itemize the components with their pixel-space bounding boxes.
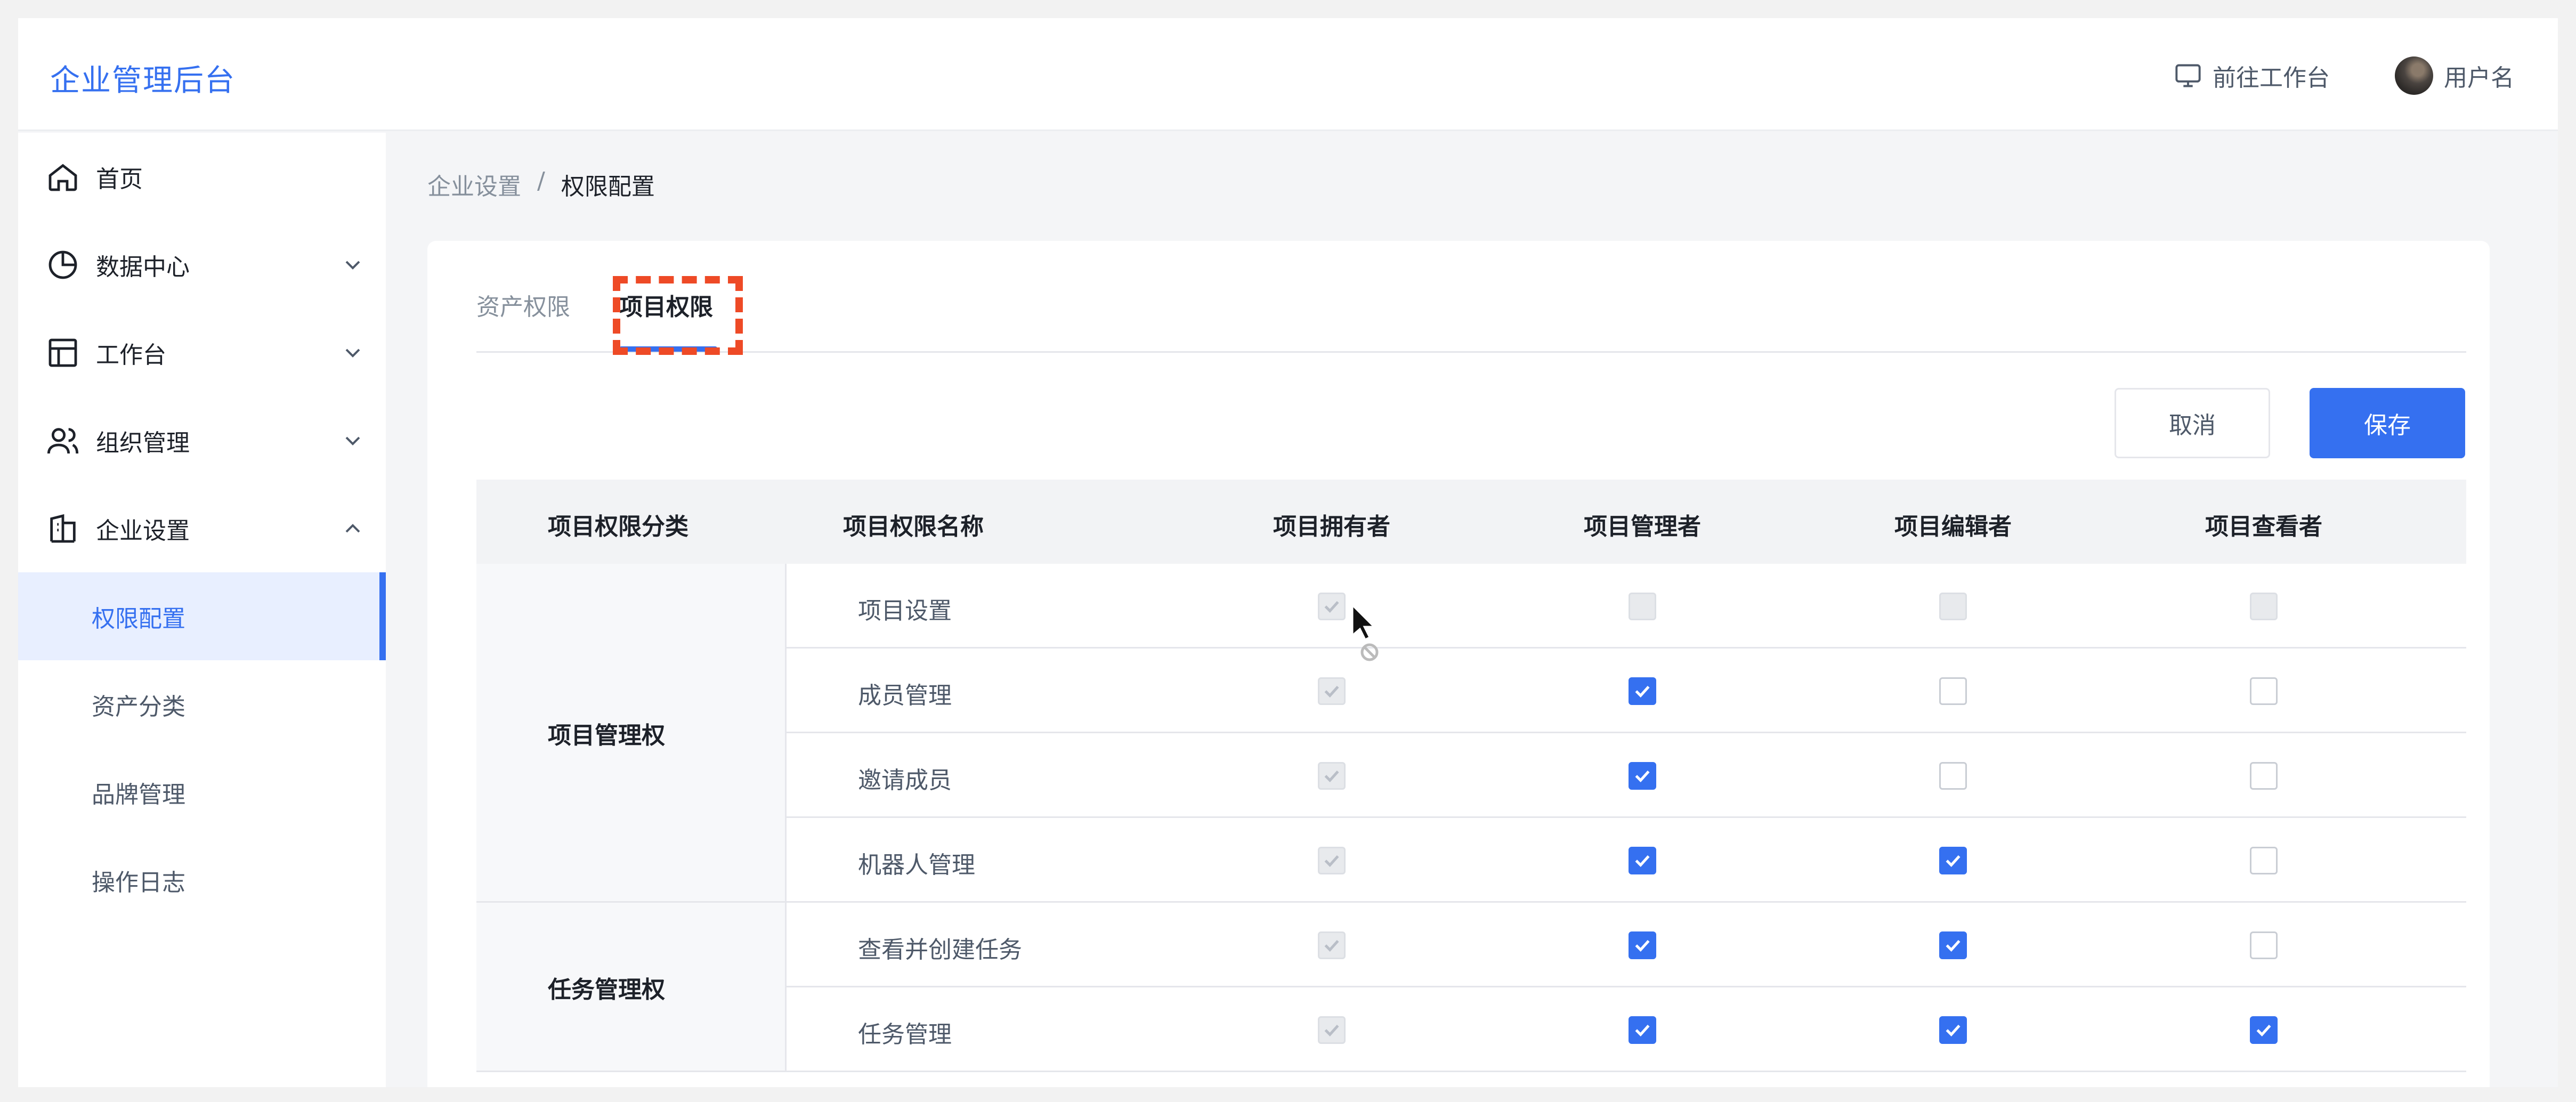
top-header: 企业管理后台 前往工作台 用户名 [18, 18, 2558, 131]
viewer-checkbox [2250, 593, 2278, 620]
table-row: 机器人管理 [787, 818, 2466, 903]
breadcrumb-separator: / [537, 167, 545, 195]
table-row: 邀请成员 [787, 733, 2466, 818]
sidebar-item-data-center[interactable]: 数据中心 [18, 221, 386, 309]
admin-checkbox[interactable] [1629, 847, 1656, 874]
layout-icon [48, 338, 77, 367]
permission-name: 邀请成员 [858, 767, 952, 794]
permission-name: 成员管理 [858, 682, 952, 709]
sidebar-item-label: 数据中心 [96, 253, 190, 281]
breadcrumb-parent[interactable]: 企业设置 [427, 167, 521, 201]
sidebar-item-label: 企业设置 [96, 517, 190, 545]
sidebar-item-org[interactable]: 组织管理 [18, 396, 386, 484]
workbench-link[interactable]: 前往工作台 [2174, 59, 2330, 93]
viewer-checkbox[interactable] [2250, 1016, 2278, 1044]
building-icon [50, 514, 76, 542]
sidebar-item-label: 组织管理 [96, 429, 190, 457]
users-icon [47, 427, 79, 453]
sidebar-item-home[interactable]: 首页 [18, 133, 386, 221]
col-header-category: 项目权限分类 [548, 513, 688, 540]
home-icon [48, 164, 77, 191]
viewer-checkbox[interactable] [2250, 677, 2278, 705]
viewer-checkbox[interactable] [2250, 847, 2278, 874]
user-menu[interactable]: 用户名 [2395, 56, 2514, 95]
editor-checkbox[interactable] [1939, 931, 1967, 959]
owner-checkbox [1318, 931, 1346, 959]
table-row: 查看并创建任务 [787, 903, 2466, 987]
sidebar-subitem-label: 品牌管理 [92, 781, 185, 808]
sidebar-item-label: 首页 [96, 165, 143, 193]
breadcrumb: 企业设置 / 权限配置 [427, 167, 655, 201]
col-header-admin: 项目管理者 [1584, 513, 1701, 540]
editor-checkbox[interactable] [1939, 677, 1967, 705]
table-row: 任务管理 [787, 987, 2466, 1072]
col-header-name: 项目权限名称 [843, 513, 984, 540]
group-label: 任务管理权 [548, 976, 665, 1003]
tab-asset-permissions[interactable]: 资产权限 [476, 288, 570, 322]
editor-checkbox[interactable] [1939, 1016, 1967, 1044]
owner-checkbox [1318, 593, 1346, 620]
save-button[interactable]: 保存 [2310, 388, 2465, 458]
owner-checkbox [1318, 762, 1346, 790]
viewer-checkbox[interactable] [2250, 931, 2278, 959]
chevron-down-icon [345, 436, 360, 445]
brand-title: 企业管理后台 [50, 63, 236, 98]
group-cell: 项目管理权 [476, 564, 787, 903]
sidebar-item-enterprise-settings[interactable]: 企业设置 [18, 484, 386, 572]
table-header: 项目权限分类 项目权限名称 项目拥有者 项目管理者 项目编辑者 项目查看者 [476, 480, 2466, 564]
admin-checkbox[interactable] [1629, 762, 1656, 790]
viewer-checkbox[interactable] [2250, 762, 2278, 790]
sidebar-subitem-label: 权限配置 [92, 605, 185, 633]
editor-checkbox [1939, 593, 1967, 620]
mouse-cursor-icon [1351, 603, 1379, 661]
sidebar: 首页 数据中心 工作台 组织管理 企业设置 权限配置 资产分类 品牌管理 操作日… [18, 133, 386, 1087]
col-header-editor: 项目编辑者 [1894, 513, 2012, 540]
pie-chart-icon [48, 250, 77, 279]
sidebar-item-label: 工作台 [96, 341, 166, 369]
editor-checkbox[interactable] [1939, 762, 1967, 790]
col-header-viewer: 项目查看者 [2205, 513, 2322, 540]
table-row: 成员管理 [787, 649, 2466, 733]
owner-checkbox [1318, 677, 1346, 705]
admin-checkbox [1629, 593, 1656, 620]
sidebar-subitem-brand[interactable]: 品牌管理 [18, 748, 386, 836]
avatar [2395, 56, 2433, 95]
permission-name: 机器人管理 [858, 852, 975, 879]
group-divider [476, 1071, 2466, 1072]
owner-checkbox [1318, 1016, 1346, 1044]
group-label: 项目管理权 [548, 722, 665, 749]
content-card: 资产权限 项目权限 取消 保存 项目权限分类 项目权限名称 项目拥有者 项目管理… [427, 241, 2490, 1087]
permission-name: 项目设置 [858, 597, 952, 625]
sidebar-item-workbench[interactable]: 工作台 [18, 309, 386, 396]
breadcrumb-current: 权限配置 [561, 173, 655, 200]
sidebar-subitem-logs[interactable]: 操作日志 [18, 836, 386, 924]
sidebar-subitem-permissions[interactable]: 权限配置 [18, 572, 386, 660]
admin-checkbox[interactable] [1629, 931, 1656, 959]
tab-bar: 资产权限 项目权限 [476, 241, 2466, 355]
table-row: 项目设置 [787, 564, 2466, 649]
highlight-annotation [613, 276, 743, 355]
editor-checkbox[interactable] [1939, 847, 1967, 874]
username-label: 用户名 [2444, 64, 2514, 92]
chevron-down-icon [345, 349, 360, 358]
owner-checkbox [1318, 847, 1346, 874]
sidebar-subitem-label: 操作日志 [92, 869, 185, 896]
chevron-down-icon [345, 261, 360, 270]
admin-checkbox[interactable] [1629, 1016, 1656, 1044]
workbench-link-label: 前往工作台 [2213, 64, 2330, 92]
chevron-up-icon [345, 523, 360, 532]
cancel-button[interactable]: 取消 [2115, 388, 2270, 458]
permission-name: 查看并创建任务 [858, 936, 1022, 963]
monitor-icon [2175, 64, 2201, 87]
sidebar-subitem-label: 资产分类 [92, 693, 185, 720]
permission-name: 任务管理 [858, 1021, 952, 1048]
col-header-owner: 项目拥有者 [1273, 513, 1390, 540]
sidebar-subitem-asset-category[interactable]: 资产分类 [18, 660, 386, 748]
group-cell: 任务管理权 [476, 903, 787, 1072]
admin-checkbox[interactable] [1629, 677, 1656, 705]
app-frame: 企业管理后台 前往工作台 用户名 首页 数据中心 工作台 组织管理 企业设置 权… [18, 18, 2558, 1087]
